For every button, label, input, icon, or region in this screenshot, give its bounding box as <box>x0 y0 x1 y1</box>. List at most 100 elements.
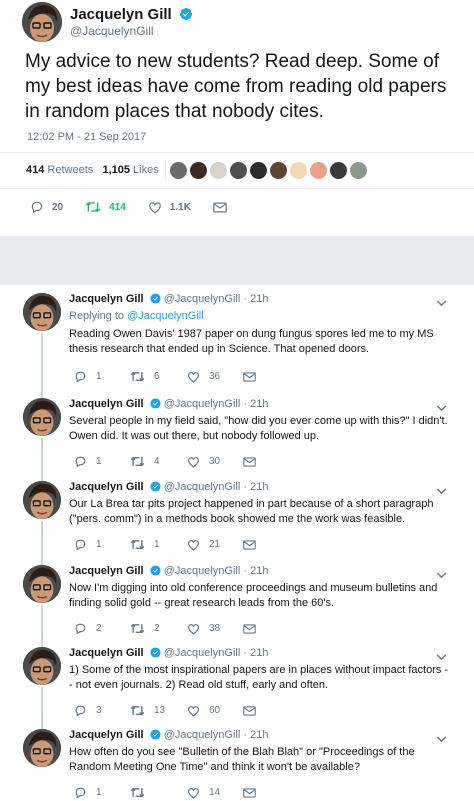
like-button[interactable]: 38 <box>187 623 243 635</box>
divider <box>0 188 474 189</box>
liker-avatar[interactable] <box>170 162 187 179</box>
message-button[interactable] <box>243 539 265 550</box>
reply-body: Several people in my field said, "how di… <box>69 414 449 444</box>
author-handle[interactable]: @JacquelynGill <box>70 24 154 38</box>
reply-button[interactable]: 20 <box>30 200 63 214</box>
message-icon <box>243 371 256 382</box>
reply-actions: 3 13 60 <box>74 704 265 717</box>
message-button[interactable] <box>243 705 265 716</box>
author-avatar[interactable] <box>22 2 62 42</box>
reply-button[interactable]: 1 <box>74 455 130 468</box>
reply-author-name[interactable]: Jacquelyn Gill <box>69 565 144 577</box>
reply-tweet[interactable]: Jacquelyn Gill @JacquelynGill · 21h 1) S… <box>0 639 474 731</box>
reply-author-handle[interactable]: @JacquelynGill <box>164 647 241 659</box>
liker-avatar[interactable] <box>190 162 207 179</box>
reply-count: 1 <box>96 456 102 467</box>
like-button[interactable]: 30 <box>187 456 243 468</box>
reply-tweet[interactable]: Jacquelyn Gill @JacquelynGill · 21h Our … <box>0 473 474 567</box>
liker-avatar[interactable] <box>290 162 307 179</box>
retweet-button[interactable] <box>130 786 187 799</box>
like-button[interactable]: 36 <box>187 371 243 383</box>
reply-author-name[interactable]: Jacquelyn Gill <box>69 729 144 741</box>
reply-avatar[interactable] <box>23 565 61 603</box>
reply-author-handle[interactable]: @JacquelynGill <box>164 481 241 493</box>
liker-avatar[interactable] <box>250 162 267 179</box>
reply-tweet[interactable]: Jacquelyn Gill @JacquelynGill · 21h Seve… <box>0 390 474 483</box>
liker-avatar[interactable] <box>310 162 327 179</box>
reply-author-handle[interactable]: @JacquelynGill <box>164 565 241 577</box>
reply-count: 3 <box>96 705 102 716</box>
reply-author-name[interactable]: Jacquelyn Gill <box>69 647 144 659</box>
like-icon <box>188 371 199 383</box>
reply-author-name[interactable]: Jacquelyn Gill <box>69 481 144 493</box>
likers-avatars <box>170 162 370 179</box>
reply-button[interactable]: 1 <box>74 786 130 799</box>
reply-time[interactable]: 21h <box>250 481 268 493</box>
like-button[interactable]: 60 <box>187 705 243 717</box>
retweet-button[interactable]: 2 <box>130 622 187 635</box>
retweet-count: 2 <box>154 623 160 634</box>
like-button[interactable]: 1.1K <box>148 201 191 214</box>
reply-icon <box>75 456 86 468</box>
reply-time[interactable]: 21h <box>250 647 268 659</box>
reply-avatar[interactable] <box>23 729 61 767</box>
like-button[interactable]: 14 <box>187 787 243 799</box>
retweet-button[interactable]: 13 <box>130 704 187 717</box>
like-button[interactable]: 21 <box>187 539 243 551</box>
retweets-label[interactable]: Retweets <box>47 164 93 176</box>
author-name[interactable]: Jacquelyn Gill <box>70 6 172 23</box>
liker-avatar[interactable] <box>230 162 247 179</box>
reply-tweet[interactable]: Jacquelyn Gill @JacquelynGill · 21h How … <box>0 721 474 801</box>
reply-text: How often do you see "Bulletin of the Bl… <box>69 746 415 773</box>
tweet-timestamp[interactable]: 12:02 PM - 21 Sep 2017 <box>27 131 146 143</box>
reply-avatar[interactable] <box>23 647 61 685</box>
retweet-button[interactable]: 1 <box>130 538 187 551</box>
divider <box>0 152 474 153</box>
reply-tweet[interactable]: Jacquelyn Gill @JacquelynGill · 21h Repl… <box>0 285 474 400</box>
reply-author-handle[interactable]: @JacquelynGill <box>164 398 241 410</box>
reply-avatar[interactable] <box>23 398 61 436</box>
reply-avatar[interactable] <box>23 293 61 331</box>
replying-to-link[interactable]: @JacquelynGill <box>127 310 204 322</box>
section-gap <box>0 236 474 285</box>
message-button[interactable] <box>243 787 265 798</box>
liker-avatar[interactable] <box>330 162 347 179</box>
retweet-count: 1 <box>154 539 160 550</box>
reply-time[interactable]: 21h <box>250 565 268 577</box>
retweet-count: 414 <box>109 201 126 213</box>
message-button[interactable] <box>243 456 265 467</box>
retweet-button[interactable]: 4 <box>130 455 187 468</box>
reply-header: Jacquelyn Gill @JacquelynGill · 21h <box>69 293 269 305</box>
reply-author-name[interactable]: Jacquelyn Gill <box>69 398 144 410</box>
reply-button[interactable]: 3 <box>74 704 130 717</box>
reply-header: Jacquelyn Gill @JacquelynGill · 21h <box>69 729 269 741</box>
reply-author-name[interactable]: Jacquelyn Gill <box>69 293 144 305</box>
reply-button[interactable]: 1 <box>74 370 130 383</box>
liker-avatar[interactable] <box>210 162 227 179</box>
replying-to-prefix: Replying to <box>69 310 128 322</box>
retweet-button[interactable]: 6 <box>130 370 187 383</box>
author-name-row[interactable]: Jacquelyn Gill <box>70 6 193 25</box>
reply-author-handle[interactable]: @JacquelynGill <box>164 293 241 305</box>
reply-time[interactable]: 21h <box>250 729 268 741</box>
likes-label[interactable]: Likes <box>133 164 159 176</box>
retweets-count[interactable]: 414 <box>26 164 44 176</box>
reply-count: 1 <box>96 371 102 382</box>
liker-avatar[interactable] <box>270 162 287 179</box>
reply-text: Our La Brea tar pits project happened in… <box>69 498 434 525</box>
retweet-button[interactable]: 414 <box>85 200 126 214</box>
stats-separator <box>165 160 166 180</box>
reply-button[interactable]: 1 <box>74 538 130 551</box>
message-button[interactable] <box>213 202 235 213</box>
message-button[interactable] <box>243 371 265 382</box>
reply-tweet[interactable]: Jacquelyn Gill @JacquelynGill · 21h Now … <box>0 557 474 649</box>
liker-avatar[interactable] <box>350 162 367 179</box>
reply-time[interactable]: 21h <box>250 293 268 305</box>
message-button[interactable] <box>243 623 265 634</box>
reply-header: Jacquelyn Gill @JacquelynGill · 21h <box>69 398 269 410</box>
reply-time[interactable]: 21h <box>250 398 268 410</box>
reply-button[interactable]: 2 <box>74 622 130 635</box>
reply-author-handle[interactable]: @JacquelynGill <box>164 729 241 741</box>
likes-count[interactable]: 1,105 <box>102 164 130 176</box>
reply-avatar[interactable] <box>23 481 61 519</box>
